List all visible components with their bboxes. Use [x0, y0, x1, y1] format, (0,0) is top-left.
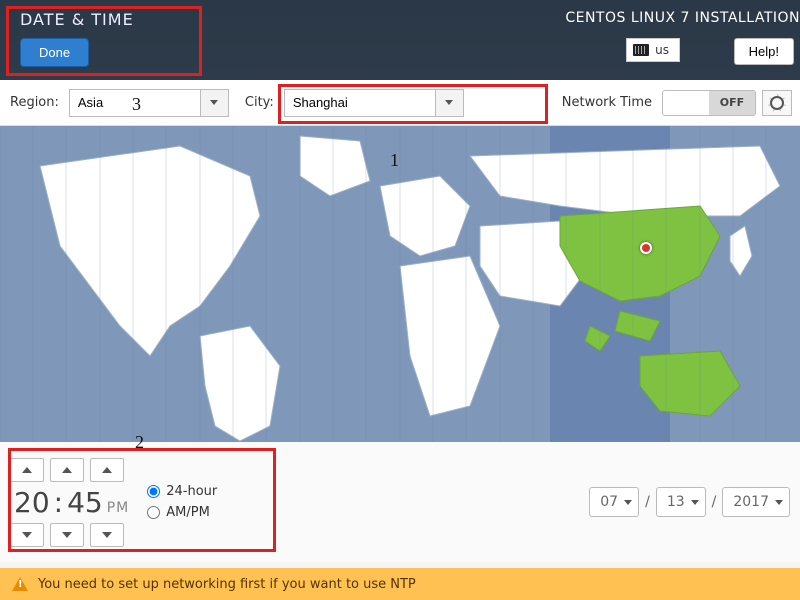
hours-up-button[interactable] — [10, 458, 44, 482]
world-map-svg — [0, 126, 800, 442]
region-dropdown-arrow[interactable] — [200, 90, 228, 116]
header-bar: DATE & TIME CENTOS LINUX 7 INSTALLATION … — [0, 0, 800, 80]
hours-value: 20 — [14, 486, 50, 519]
time-display: 20:45 PM — [10, 484, 133, 521]
chevron-up-icon — [62, 467, 72, 473]
annotation-label-2: 2 — [135, 432, 144, 453]
network-time-switch[interactable]: OFF — [662, 90, 756, 116]
bottom-panel: 20:45 PM 24-hour AM/PM 07 / 13 / 2017 — [0, 442, 800, 562]
location-pin-icon — [640, 242, 652, 254]
ampm-down-button[interactable] — [90, 523, 124, 547]
keyboard-icon — [633, 44, 649, 56]
chevron-down-icon — [102, 532, 112, 538]
warning-text: You need to set up networking first if y… — [38, 577, 416, 592]
chevron-down-icon — [775, 500, 783, 505]
help-button[interactable]: Help! — [734, 38, 794, 65]
keyboard-layout-indicator[interactable]: us — [626, 38, 680, 62]
region-label: Region: — [10, 95, 59, 110]
switch-off-label: OFF — [709, 91, 755, 115]
region-city-toolbar: Region: City: Network Time OFF — [0, 80, 800, 126]
switch-slot — [663, 91, 709, 115]
chevron-down-icon — [22, 532, 32, 538]
year-combobox[interactable]: 2017 — [722, 487, 790, 517]
keyboard-layout-text: us — [655, 43, 669, 57]
hours-down-button[interactable] — [10, 523, 44, 547]
radio-ampm[interactable]: AM/PM — [147, 505, 217, 520]
day-combobox[interactable]: 13 — [656, 487, 706, 517]
city-combobox[interactable] — [284, 89, 464, 117]
annotation-label-3: 3 — [132, 94, 141, 115]
month-combobox[interactable]: 07 — [589, 487, 639, 517]
city-input[interactable] — [285, 90, 435, 116]
radio-24-hour-input[interactable] — [147, 485, 160, 498]
radio-ampm-input[interactable] — [147, 506, 160, 519]
gear-icon — [770, 96, 784, 110]
region-combobox[interactable] — [69, 89, 229, 117]
chevron-up-icon — [22, 467, 32, 473]
date-selectors: 07 / 13 / 2017 — [589, 487, 790, 517]
chevron-down-icon — [691, 500, 699, 505]
time-format-radios: 24-hour AM/PM — [147, 484, 217, 520]
warning-icon — [12, 577, 28, 591]
annotation-label-1: 1 — [390, 150, 399, 171]
installer-title: CENTOS LINUX 7 INSTALLATION — [565, 10, 800, 26]
network-time-settings-button[interactable] — [762, 90, 792, 116]
page-title: DATE & TIME — [20, 10, 134, 29]
minutes-up-button[interactable] — [50, 458, 84, 482]
radio-24-hour[interactable]: 24-hour — [147, 484, 217, 499]
chevron-up-icon — [102, 467, 112, 473]
ampm-value: PM — [107, 500, 130, 516]
minutes-value: 45 — [67, 486, 103, 519]
chevron-down-icon — [445, 100, 453, 105]
chevron-down-icon — [210, 100, 218, 105]
chevron-down-icon — [62, 532, 72, 538]
date-separator: / — [712, 494, 717, 510]
ampm-up-button[interactable] — [90, 458, 124, 482]
chevron-down-icon — [624, 500, 632, 505]
city-label: City: — [245, 95, 274, 110]
date-separator: / — [645, 494, 650, 510]
warning-bar: You need to set up networking first if y… — [0, 568, 800, 600]
timezone-map[interactable] — [0, 126, 800, 442]
network-time-label: Network Time — [562, 95, 652, 110]
minutes-down-button[interactable] — [50, 523, 84, 547]
city-dropdown-arrow[interactable] — [435, 90, 463, 116]
time-spinner-group: 20:45 PM — [10, 458, 133, 547]
done-button[interactable]: Done — [20, 38, 89, 67]
